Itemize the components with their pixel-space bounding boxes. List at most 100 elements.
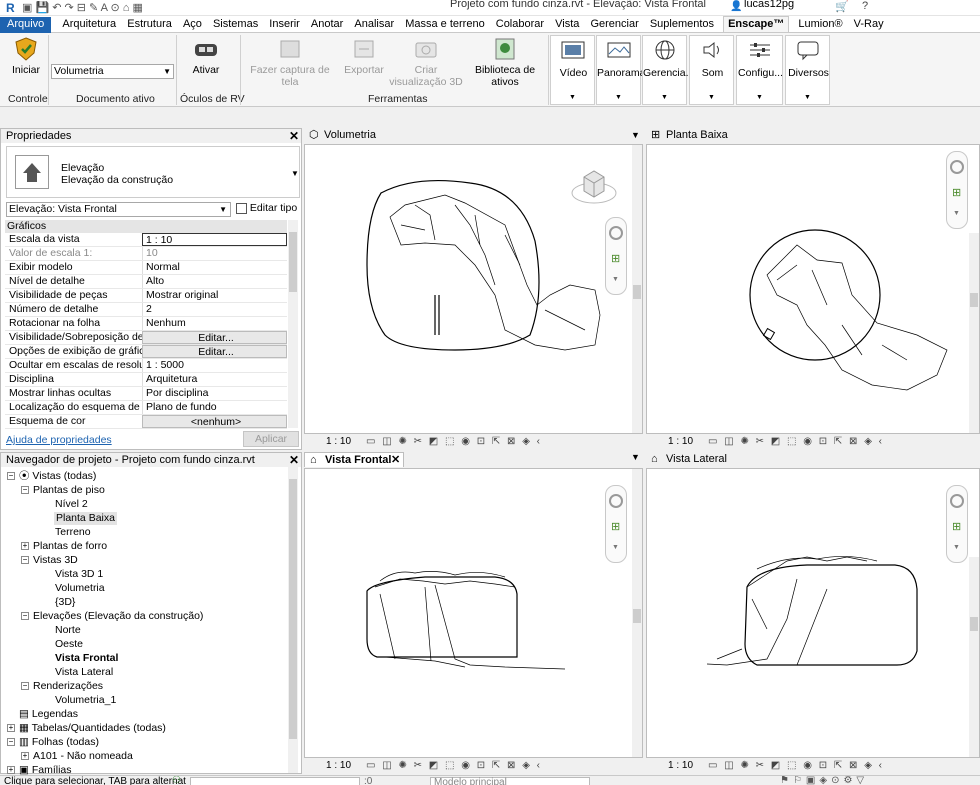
ativar-button[interactable]: Ativar	[186, 37, 226, 76]
tree-item[interactable]: − Vistas 3D	[21, 554, 78, 567]
zoom-icon[interactable]: ⊞	[952, 520, 961, 533]
workset-select[interactable]	[190, 777, 360, 785]
prop-value[interactable]: Plano de fundo	[142, 401, 287, 414]
tab-gerenciar[interactable]: Gerenciar	[590, 16, 638, 32]
browser-scrollbar[interactable]	[288, 467, 298, 773]
gerenciar-button[interactable]: Gerencia... ▼	[642, 35, 694, 105]
prop-value[interactable]: Nenhum	[142, 317, 287, 330]
tree-item[interactable]: Nível 2	[55, 498, 88, 511]
user-icon[interactable]: 👤	[730, 1, 742, 12]
tab-anotar[interactable]: Anotar	[311, 16, 343, 32]
help-link[interactable]: Ajuda de propriedades	[6, 434, 112, 446]
configuracoes-button[interactable]: Configu... ▼	[736, 35, 783, 105]
chevron-down-icon[interactable]: ▼	[953, 210, 960, 217]
tree-item[interactable]: + ▦ Tabelas/Quantidades (todas)	[7, 722, 166, 735]
viewport-canvas[interactable]: ⊞ ▼	[646, 144, 980, 434]
prop-value[interactable]: Mostrar original	[142, 289, 287, 302]
tab-aco[interactable]: Aço	[183, 16, 202, 32]
navigation-bar[interactable]: ⊞ ▼	[605, 485, 627, 563]
navigation-bar[interactable]: ⊞ ▼	[946, 485, 968, 563]
view-tab-volumetria[interactable]: ⬡ Volumetria ▼	[304, 128, 643, 143]
close-icon[interactable]: ✕	[289, 453, 299, 467]
tab-vista[interactable]: Vista	[555, 16, 579, 32]
tree-item[interactable]: Terreno	[55, 526, 91, 539]
help-icon[interactable]: ?	[862, 0, 868, 12]
workset-icon[interactable]: ⚇	[172, 776, 181, 785]
tree-item[interactable]: − Plantas de piso	[21, 484, 105, 497]
tree-item[interactable]: − ▥ Folhas (todas)	[7, 736, 99, 749]
view-scrollbar[interactable]	[969, 557, 979, 757]
tab-enscape[interactable]: Enscape™	[723, 16, 790, 32]
view-scale[interactable]: 1 : 10	[668, 759, 693, 773]
som-button[interactable]: Som ▼	[689, 35, 734, 105]
tab-sistemas[interactable]: Sistemas	[213, 16, 258, 32]
fazer-captura-button[interactable]: Fazer captura de tela	[246, 37, 334, 88]
iniciar-button[interactable]: Iniciar	[6, 37, 46, 76]
apply-button[interactable]: Aplicar	[243, 431, 299, 447]
tab-suplementos[interactable]: Suplementos	[650, 16, 714, 32]
tree-item-selected[interactable]: Planta Baixa	[54, 512, 117, 525]
prop-value[interactable]: Por disciplina	[142, 387, 287, 400]
tree-item[interactable]: − Renderizações	[21, 680, 103, 693]
selection-filter-icons[interactable]: ⚑⚐▣◈⊙⚙▽	[780, 776, 868, 785]
tree-item[interactable]: Oeste	[55, 638, 83, 651]
view-tab-vista-lateral[interactable]: ⌂ Vista Lateral	[646, 452, 980, 467]
steering-wheel-icon[interactable]	[609, 226, 623, 240]
steering-wheel-icon[interactable]	[950, 160, 964, 174]
edit-type-button[interactable]: Editar tipo	[236, 202, 297, 214]
viewcube-icon[interactable]	[570, 165, 618, 207]
chevron-down-icon[interactable]: ▼	[631, 452, 640, 462]
prop-value[interactable]: Arquitetura	[142, 373, 287, 386]
chevron-down-icon[interactable]: ▼	[612, 276, 619, 283]
tree-item[interactable]: Volumetria_1	[55, 694, 116, 707]
prop-value[interactable]: Normal	[142, 261, 287, 274]
user-name[interactable]: lucas12pg	[744, 0, 794, 10]
view-scrollbar[interactable]	[632, 145, 642, 433]
tree-item[interactable]: Norte	[55, 624, 81, 637]
document-select[interactable]: Volumetria ▼	[51, 64, 174, 79]
panorama-button[interactable]: Panorama ▼	[596, 35, 645, 105]
viewport-canvas[interactable]: ⊞ ▼	[646, 468, 980, 758]
tab-massa[interactable]: Massa e terreno	[405, 16, 484, 32]
close-icon[interactable]: ✕	[391, 453, 400, 467]
group-header-graficos[interactable]: Gráficos	[5, 220, 287, 233]
view-scale[interactable]: 1 : 10	[668, 435, 693, 449]
close-icon[interactable]: ✕	[289, 129, 299, 143]
tab-analisar[interactable]: Analisar	[354, 16, 394, 32]
view-controls-icons[interactable]: ▭ ◫ ✺ ✂ ◩ ⬚ ◉ ⊡ ⇱ ⊠ ◈ ‹	[708, 435, 884, 449]
view-controls-icons[interactable]: ▭ ◫ ✺ ✂ ◩ ⬚ ◉ ⊡ ⇱ ⊠ ◈ ‹	[366, 435, 542, 449]
design-option-select[interactable]: Modelo principal	[430, 777, 590, 785]
navigation-bar[interactable]: ⊞ ▼	[605, 217, 627, 295]
view-tab-planta-baixa[interactable]: ⊞ Planta Baixa	[646, 128, 980, 143]
tab-arquivo[interactable]: Arquivo	[0, 17, 52, 33]
criar-visualizacao-button[interactable]: Criar visualização 3D	[388, 37, 464, 88]
viewport-canvas[interactable]: ⊞ ▼	[304, 468, 643, 758]
tree-item[interactable]: Vista 3D 1	[55, 568, 103, 581]
prop-value[interactable]: 2	[142, 303, 287, 316]
view-scrollbar[interactable]	[632, 469, 642, 757]
view-controls-icons[interactable]: ▭ ◫ ✺ ✂ ◩ ⬚ ◉ ⊡ ⇱ ⊠ ◈ ‹	[366, 759, 542, 773]
view-scrollbar[interactable]	[969, 233, 979, 433]
chevron-down-icon[interactable]: ▼	[631, 128, 640, 142]
tree-item-active[interactable]: Vista Frontal	[55, 652, 118, 665]
instance-selector[interactable]: Elevação: Vista Frontal ▼	[6, 202, 231, 217]
quick-access-toolbar-icons[interactable]: ▣ 💾 ↶ ↷ ⊟ ✎ A ⊙ ⌂ ▦	[22, 1, 143, 14]
tree-item[interactable]: {3D}	[55, 596, 75, 609]
video-button[interactable]: Vídeo ▼	[550, 35, 595, 105]
viewport-canvas[interactable]: ⊞ ▼	[304, 144, 643, 434]
zoom-icon[interactable]: ⊞	[952, 186, 961, 199]
tree-item[interactable]: + Plantas de forro	[21, 540, 107, 553]
type-selector[interactable]: Elevação Elevação da construção ▼	[6, 146, 300, 198]
navigation-bar[interactable]: ⊞ ▼	[946, 151, 968, 229]
tab-colaborar[interactable]: Colaborar	[496, 16, 544, 32]
tree-item[interactable]: + A101 - Não nomeada	[21, 750, 133, 763]
biblioteca-button[interactable]: Biblioteca de ativos	[464, 37, 546, 88]
zoom-icon[interactable]: ⊞	[611, 252, 620, 265]
tree-item[interactable]: ▤ Legendas	[7, 708, 78, 721]
tab-lumion[interactable]: Lumion®	[798, 16, 842, 32]
edit-visibility-button[interactable]: Editar...	[142, 331, 287, 344]
exportar-button[interactable]: Exportar	[344, 37, 384, 76]
view-tab-vista-frontal[interactable]: ⌂ Vista Frontal ✕	[304, 452, 404, 467]
tree-item[interactable]: − Elevações (Elevação da construção)	[21, 610, 203, 623]
revit-logo-icon[interactable]: R	[6, 1, 15, 15]
